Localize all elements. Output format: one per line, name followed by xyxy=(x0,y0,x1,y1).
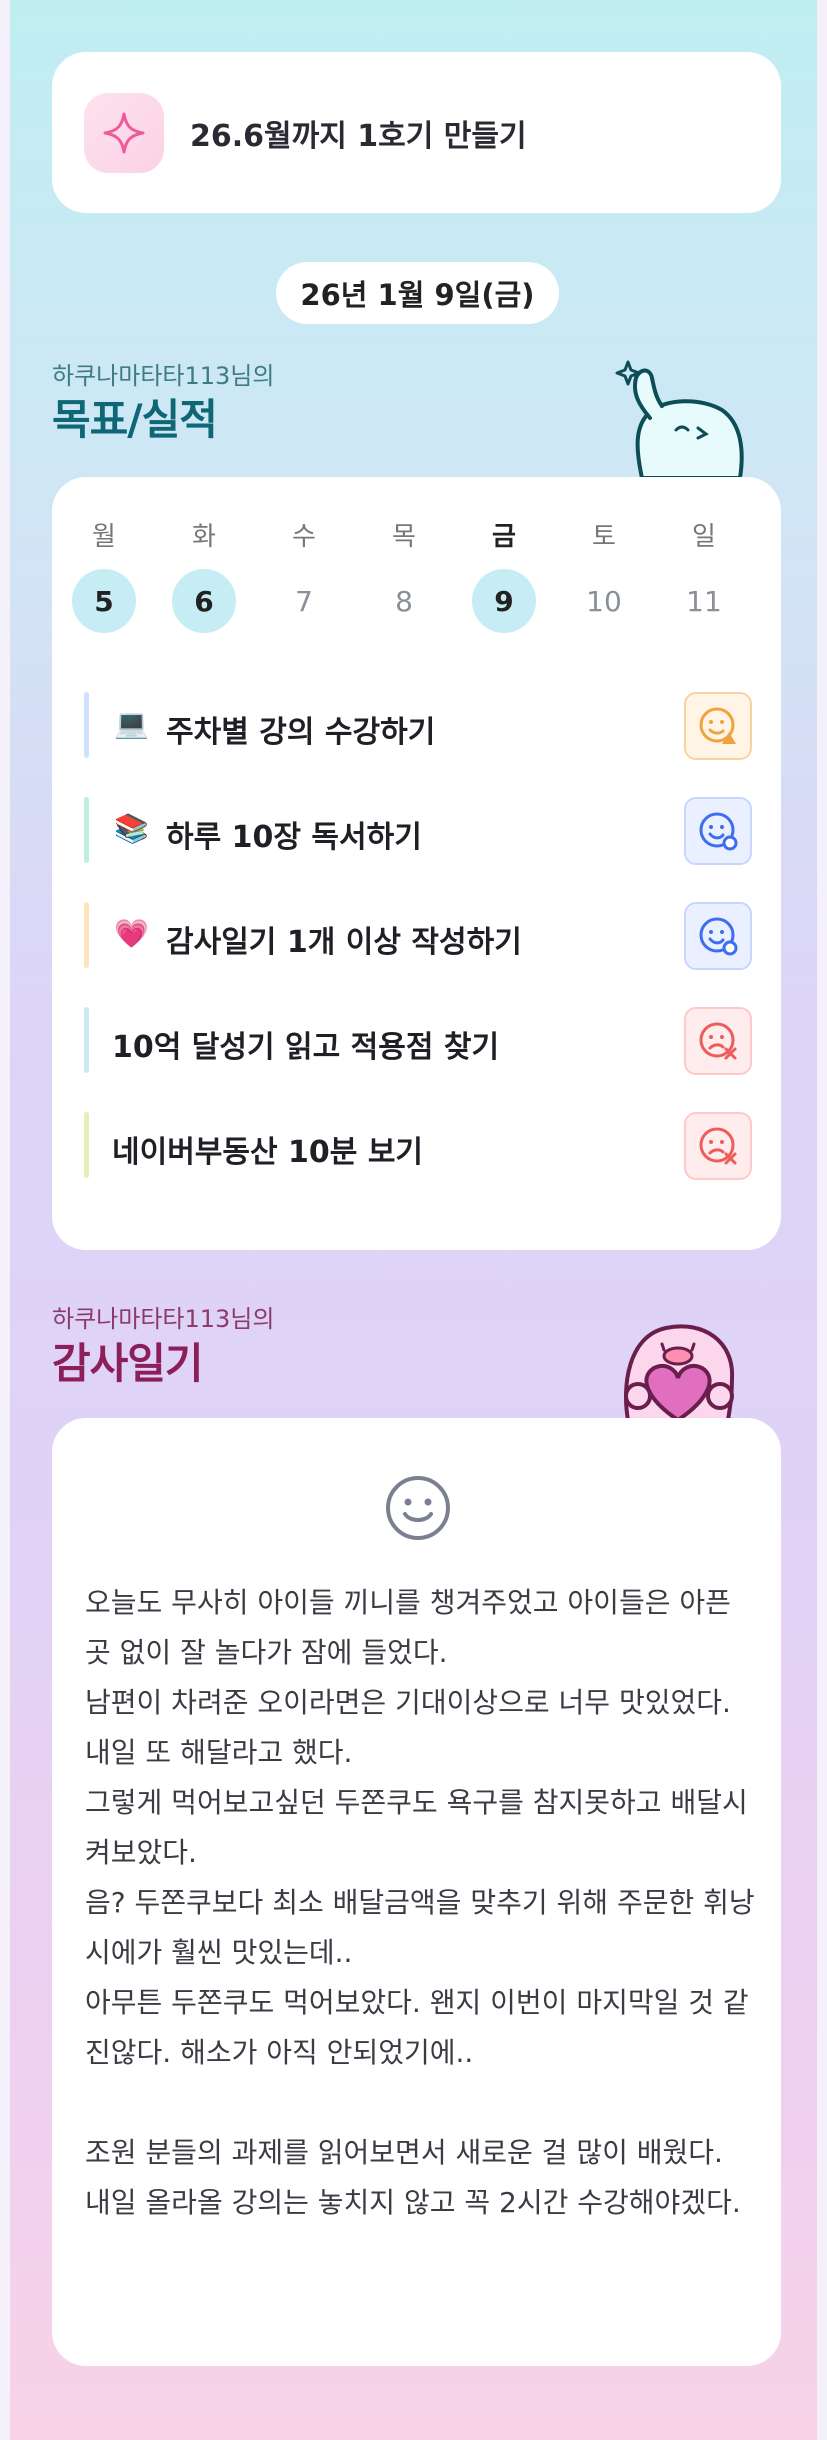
heart-mascot-illustration xyxy=(624,1324,735,1420)
goal-label: 하루 10장 독서하기 xyxy=(166,820,422,855)
goal-banner-text: 26.6월까지 1호기 만들기 xyxy=(190,118,527,154)
day-name: 월 xyxy=(92,522,116,552)
goal-row[interactable]: 💻 주차별 강의 수강하기 xyxy=(84,692,752,760)
goals-section-title: 목표/실적 xyxy=(52,395,218,444)
goal-label: 주차별 강의 수강하기 xyxy=(166,715,436,750)
day-name: 화 xyxy=(192,522,216,552)
sad-x-icon[interactable] xyxy=(684,1112,752,1180)
diary-section-subtitle: 하쿠나마타타113님의 xyxy=(52,1305,275,1333)
day-column[interactable]: 월5 xyxy=(72,517,136,633)
day-number[interactable]: 7 xyxy=(272,569,336,633)
goal-emoji-icon: 💻 xyxy=(114,707,149,740)
smile-check-icon[interactable] xyxy=(684,902,752,970)
day-number[interactable]: 10 xyxy=(572,569,636,633)
day-column[interactable]: 수7 xyxy=(272,517,336,633)
goal-label: 감사일기 1개 이상 작성하기 xyxy=(166,925,522,960)
goal-color-bar xyxy=(84,902,89,968)
day-name: 일 xyxy=(692,522,716,552)
goal-label: 네이버부동산 10분 보기 xyxy=(112,1135,424,1170)
goal-color-bar xyxy=(84,1112,89,1178)
page-background: 26.6월까지 1호기 만들기 26년 1월 9일(금) 하쿠나마타타113님의… xyxy=(10,0,817,2440)
diary-card: 오늘도 무사히 아이들 끼니를 챙겨주었고 아이들은 아픈 곳 없이 잘 놀다가… xyxy=(52,1418,781,2366)
diary-text: 오늘도 무사히 아이들 끼니를 챙겨주었고 아이들은 아픈 곳 없이 잘 놀다가… xyxy=(85,1586,755,2219)
sparkle-icon xyxy=(84,92,164,173)
goal-color-bar xyxy=(84,797,89,863)
goal-banner[interactable]: 26.6월까지 1호기 만들기 xyxy=(52,52,781,213)
goal-label: 10억 달성기 읽고 적용점 찾기 xyxy=(112,1030,500,1065)
smile-face-icon xyxy=(386,1476,450,1540)
goal-row[interactable]: 💗 감사일기 1개 이상 작성하기 xyxy=(84,902,752,970)
day-name: 수 xyxy=(292,522,316,552)
day-number[interactable]: 6 xyxy=(172,569,236,633)
day-number[interactable]: 11 xyxy=(672,569,736,633)
sad-x-icon[interactable] xyxy=(684,1007,752,1075)
smile-check-icon[interactable] xyxy=(684,797,752,865)
date-pill[interactable]: 26년 1월 9일(금) xyxy=(276,262,559,324)
day-name: 토 xyxy=(592,522,616,552)
day-number[interactable]: 9 xyxy=(472,569,536,633)
goal-color-bar xyxy=(84,1007,89,1073)
day-column[interactable]: 일 11 xyxy=(672,517,736,633)
day-number[interactable]: 8 xyxy=(372,569,436,633)
goal-emoji-icon: 💗 xyxy=(114,917,149,950)
day-name: 금 xyxy=(492,522,516,552)
day-column[interactable]: 금9 xyxy=(472,517,536,633)
day-number[interactable]: 5 xyxy=(72,569,136,633)
day-column[interactable]: 목8 xyxy=(372,517,436,633)
goal-row[interactable]: 📚 하루 10장 독서하기 xyxy=(84,797,752,865)
diary-section-title: 감사일기 xyxy=(52,1339,204,1388)
goals-card: 월 5 화 6 수 7 목 8 금 9 토 10 일 11 💻 주차별 강의 수강하기 📚 하루 10장 독서하… xyxy=(52,477,781,1250)
goal-row[interactable]: 네이버부동산 10분 보기 xyxy=(84,1112,752,1180)
day-column[interactable]: 화6 xyxy=(172,517,236,633)
smile-warning-icon[interactable] xyxy=(684,692,752,760)
day-column[interactable]: 토 10 xyxy=(572,517,636,633)
goal-color-bar xyxy=(84,692,89,758)
goal-emoji-icon: 📚 xyxy=(114,812,149,845)
day-name: 목 xyxy=(392,522,416,552)
goal-row[interactable]: 10억 달성기 읽고 적용점 찾기 xyxy=(84,1007,752,1075)
waving-mascot-illustration xyxy=(615,360,744,478)
